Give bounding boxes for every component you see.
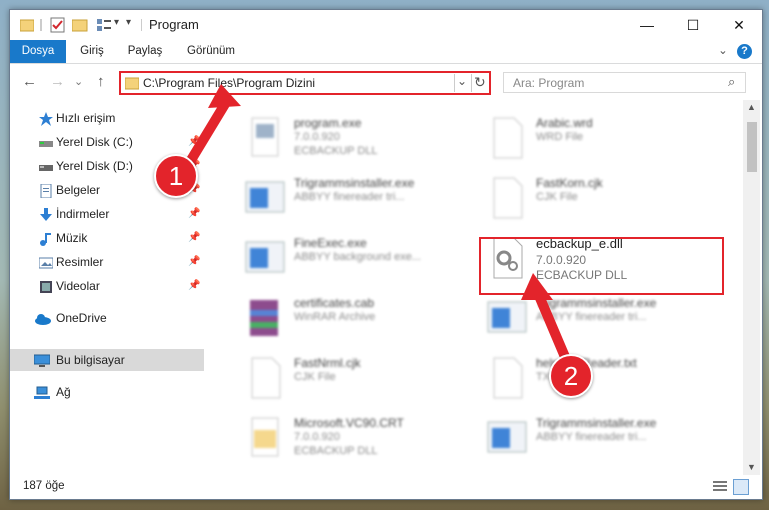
step-badge-1: 1 xyxy=(154,154,198,198)
annotation-arrows xyxy=(180,84,573,369)
step-badge-2: 2 xyxy=(549,354,593,398)
